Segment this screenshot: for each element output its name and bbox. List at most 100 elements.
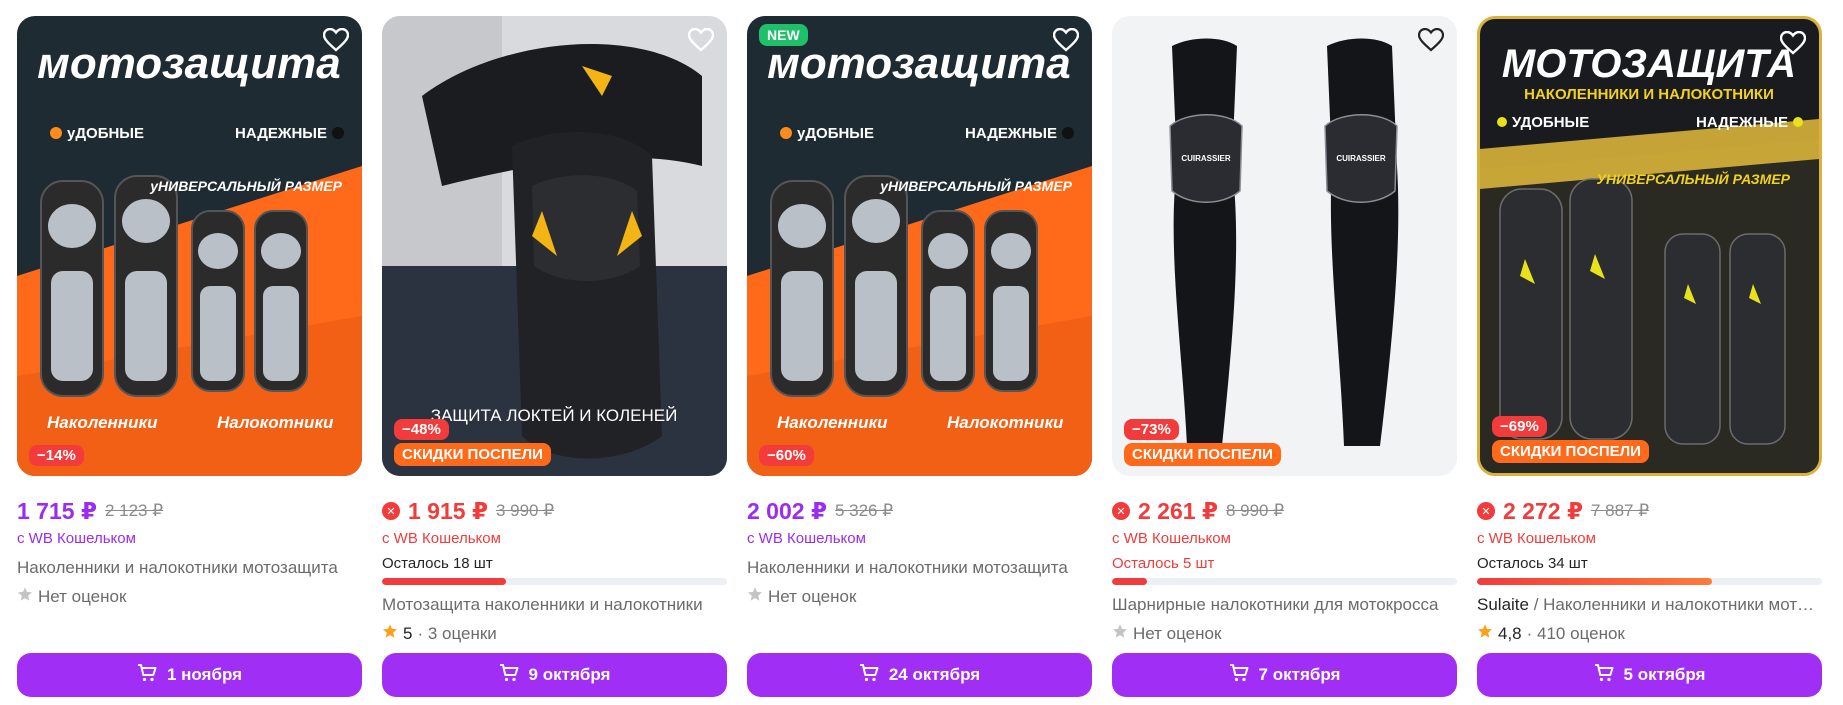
add-to-cart-button[interactable]: 5 октября	[1477, 653, 1822, 697]
product-card[interactable]: мотозащита уДОБНЫЕ НАДЕЖНЫЕ уНИВЕРСАЛЬНЫ…	[17, 16, 362, 697]
old-price: 8 990 ₽	[1225, 501, 1285, 520]
stock-progress-bar	[1112, 578, 1457, 585]
wallet-price-label: с WB Кошельком	[1112, 530, 1231, 547]
rating-text: Нет оценок	[1133, 623, 1222, 643]
discount-badge: −48%	[394, 419, 449, 440]
wallet-discount-icon: ✕	[1477, 502, 1495, 520]
product-photo: CUIRASSIER CUIRASSIER	[1112, 16, 1457, 476]
old-price: 2 123 ₽	[104, 501, 164, 520]
rating: 4,8 · 410 оценок	[1477, 623, 1822, 644]
image-size-text: УНИВЕРСАЛЬНЫЙ РАЗМЕР	[1597, 170, 1791, 187]
product-title-text: Наколенники и налокотники мотозащита	[747, 558, 1068, 577]
old-price: 5 326 ₽	[834, 501, 894, 520]
stock-progress-bar	[1477, 578, 1822, 585]
wallet-price-label: с WB Кошельком	[17, 530, 136, 547]
price-row: 1 715 ₽ 2 123 ₽	[17, 498, 362, 524]
image-bullet-right: НАДЕЖНЫЕ	[965, 125, 1057, 142]
promo-badge: СКИДКИ ПОСПЕЛИ	[394, 443, 551, 466]
favorite-heart-icon[interactable]	[1777, 27, 1809, 59]
image-bullet-right: НАДЕЖНЫЕ	[1696, 114, 1788, 131]
wallet-price-label: с WB Кошельком	[747, 530, 866, 547]
star-icon	[1112, 623, 1128, 644]
promo-badge: СКИДКИ ПОСПЕЛИ	[1492, 440, 1649, 463]
product-title[interactable]: Наколенники и налокотники мотозащита	[17, 558, 362, 578]
image-caption-left: Наколенники	[777, 413, 888, 432]
image-size-text: уНИВЕРСАЛЬНЫЙ РАЗМЕР	[149, 177, 342, 194]
product-brand: Sulaite	[1477, 595, 1529, 614]
favorite-heart-icon[interactable]	[1415, 24, 1447, 56]
cart-icon	[137, 663, 157, 687]
stock-remaining: Осталось 5 шт	[1112, 555, 1215, 572]
product-grid: мотозащита уДОБНЫЕ НАДЕЖНЫЕ уНИВЕРСАЛЬНЫ…	[17, 16, 1822, 697]
image-tags: −48% СКИДКИ ПОСПЕЛИ	[394, 419, 551, 466]
favorite-heart-icon[interactable]	[1050, 24, 1082, 56]
discount-badge: −73%	[1124, 419, 1179, 440]
new-badge: NEW	[759, 24, 808, 46]
rating: Нет оценок	[747, 586, 1092, 607]
product-title[interactable]: Наколенники и налокотники мотозащита	[747, 558, 1092, 578]
price-row: 2 002 ₽ 5 326 ₽	[747, 498, 1092, 524]
wallet-price-label: с WB Кошельком	[382, 530, 501, 547]
product-photo: мотозащита уДОБНЫЕ НАДЕЖНЫЕ уНИВЕРСАЛЬНЫ…	[747, 16, 1092, 476]
delivery-date: 5 октября	[1623, 665, 1706, 684]
delivery-date: 24 октября	[888, 665, 981, 684]
wallet-price-label: с WB Кошельком	[1477, 530, 1596, 547]
stock-progress-fill	[1477, 578, 1712, 585]
discount-badge: −60%	[759, 445, 814, 466]
image-subheadline: НАКОЛЕННИКИ И НАЛОКОТНИКИ	[1524, 86, 1774, 103]
product-title[interactable]: Шарнирные налокотники для мотокросса	[1112, 595, 1457, 615]
stock-progress-fill	[1112, 578, 1147, 585]
product-image[interactable]: мотозащита уДОБНЫЕ НАДЕЖНЫЕ уНИВЕРСАЛЬНЫ…	[747, 16, 1092, 476]
wallet-discount-icon: ✕	[382, 502, 400, 520]
stock-remaining: Осталось 18 шт	[382, 555, 493, 572]
cart-icon	[1229, 663, 1249, 687]
rating-value: 4,8	[1498, 623, 1522, 643]
image-caption-right: Налокотники	[947, 413, 1064, 432]
star-icon	[747, 586, 763, 607]
add-to-cart-button[interactable]: 1 ноября	[17, 653, 362, 697]
rating-count: · 3 оценки	[417, 623, 497, 643]
image-tags: −73% СКИДКИ ПОСПЕЛИ	[1124, 419, 1281, 466]
rating: Нет оценок	[17, 586, 362, 607]
image-bullet-left: УДОБНЫЕ	[1512, 114, 1589, 131]
add-to-cart-button[interactable]: 24 октября	[747, 653, 1092, 697]
product-image[interactable]: ЗАЩИТА ЛОКТЕЙ И КОЛЕНЕЙ −48% СКИДКИ ПОСП…	[382, 16, 727, 476]
favorite-heart-icon[interactable]	[320, 24, 352, 56]
star-icon	[1477, 623, 1493, 644]
cart-icon	[499, 663, 519, 687]
current-price: 1 715 ₽	[17, 497, 97, 524]
image-headline: мотозащита	[37, 39, 340, 88]
price-row: ✕ 1 915 ₽ 3 990 ₽	[382, 498, 727, 524]
product-card[interactable]: мотозащита уДОБНЫЕ НАДЕЖНЫЕ уНИВЕРСАЛЬНЫ…	[747, 16, 1092, 697]
current-price: 1 915 ₽	[408, 497, 488, 524]
price-row: ✕ 2 272 ₽ 7 887 ₽	[1477, 498, 1822, 524]
product-title[interactable]: Sulaite / Наколенники и налокотники мото…	[1477, 595, 1822, 615]
rating-value: 5	[403, 623, 413, 643]
product-title-text: / Наколенники и налокотники мотозащита	[1533, 595, 1822, 614]
star-icon	[17, 586, 33, 607]
product-image[interactable]: CUIRASSIER CUIRASSIER −73% СКИДКИ ПОСПЕЛ…	[1112, 16, 1457, 476]
image-tags: −69% СКИДКИ ПОСПЕЛИ	[1492, 416, 1649, 463]
add-to-cart-button[interactable]: 7 октября	[1112, 653, 1457, 697]
current-price: 2 261 ₽	[1138, 497, 1218, 524]
rating-text: Нет оценок	[768, 586, 857, 606]
image-caption-right: Налокотники	[217, 413, 334, 432]
image-bullet-left: уДОБНЫЕ	[67, 125, 144, 142]
stock-remaining: Осталось 34 шт	[1477, 555, 1588, 572]
product-card[interactable]: CUIRASSIER CUIRASSIER −73% СКИДКИ ПОСПЕЛ…	[1112, 16, 1457, 697]
image-caption-left: Наколенники	[47, 413, 158, 432]
image-tags: −60%	[759, 445, 814, 466]
product-title[interactable]: Мотозащита наколенники и налокотники	[382, 595, 727, 615]
discount-badge: −14%	[29, 445, 84, 466]
product-card[interactable]: МОТОЗАЩИТА НАКОЛЕННИКИ И НАЛОКОТНИКИ УДО…	[1477, 16, 1822, 697]
product-card[interactable]: ЗАЩИТА ЛОКТЕЙ И КОЛЕНЕЙ −48% СКИДКИ ПОСП…	[382, 16, 727, 697]
add-to-cart-button[interactable]: 9 октября	[382, 653, 727, 697]
product-image[interactable]: МОТОЗАЩИТА НАКОЛЕННИКИ И НАЛОКОТНИКИ УДО…	[1477, 16, 1822, 476]
image-headline: мотозащита	[767, 39, 1070, 88]
image-tags: −14%	[29, 445, 84, 466]
product-image[interactable]: мотозащита уДОБНЫЕ НАДЕЖНЫЕ уНИВЕРСАЛЬНЫ…	[17, 16, 362, 476]
cart-icon	[859, 663, 879, 687]
favorite-heart-icon[interactable]	[685, 24, 717, 56]
current-price: 2 272 ₽	[1503, 497, 1583, 524]
rating-text: Нет оценок	[38, 586, 127, 606]
